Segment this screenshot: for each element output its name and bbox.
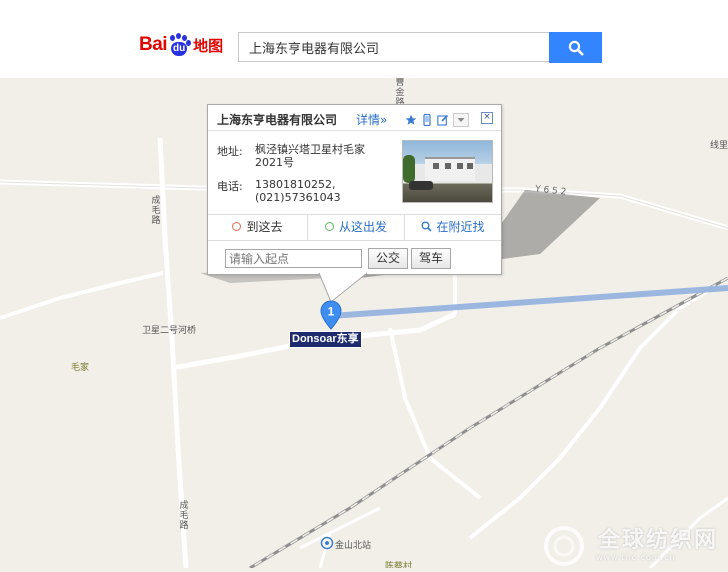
divider — [208, 130, 501, 131]
address-label: 地址: — [217, 145, 243, 158]
dropdown-icon[interactable] — [453, 113, 469, 127]
info-window: 上海东亨电器有限公司 详情» × 地址: 枫泾镇兴塔卫星村毛家2021号 电话: 1… — [207, 104, 502, 275]
map-label-cheng-mao-road: 成毛路 — [179, 501, 189, 531]
edit-icon[interactable] — [437, 114, 449, 126]
search-button[interactable] — [549, 32, 602, 63]
tab-search-nearby[interactable]: 在附近找 — [405, 215, 501, 240]
phone-value: 13801810252,(021)57361043 — [255, 178, 341, 204]
phone-label: 电话: — [217, 180, 243, 193]
address-value: 枫泾镇兴塔卫星村毛家2021号 — [255, 143, 365, 169]
map-label-village: 陈蔡村 — [385, 562, 413, 568]
map-label-station: 金山北站 — [335, 541, 372, 551]
drive-button[interactable]: 驾车 — [411, 248, 451, 269]
map-label-road: 线里 — [710, 141, 728, 151]
logo-text-bai: Bai — [139, 34, 168, 55]
tab-start-here[interactable]: 从这出发 — [308, 215, 404, 240]
paw-icon: du — [168, 33, 192, 57]
baidu-map-logo[interactable]: Bai du 地图 — [139, 30, 223, 60]
search-icon — [568, 40, 583, 55]
search-input[interactable] — [249, 33, 539, 61]
start-point-input[interactable] — [225, 249, 362, 268]
map-label-village: 毛家 — [71, 363, 90, 373]
tab-go-here-label: 到这去 — [246, 220, 283, 234]
star-icon[interactable] — [405, 114, 417, 126]
route-tabs: 到这去 从这出发 在附近找 — [208, 214, 501, 241]
bus-button[interactable]: 公交 — [368, 248, 408, 269]
map-label-bridge: 卫星二号河桥 — [142, 326, 197, 336]
header-bar: Bai du 地图 — [0, 0, 728, 78]
phone-row: 电话: 13801810252,(021)57361043 — [217, 178, 383, 204]
destination-dot-icon — [232, 222, 242, 231]
info-window-title: 上海东亨电器有限公司 — [217, 113, 338, 127]
magnifier-icon — [421, 216, 433, 241]
tab-search-nearby-label: 在附近找 — [436, 220, 485, 234]
location-marker[interactable]: 1 — [320, 300, 342, 330]
logo-text-ditu: 地图 — [193, 37, 224, 55]
watermark-url: www.tnc.com.cn — [596, 553, 676, 562]
watermark-text: 全球纺织网 — [598, 528, 719, 553]
brand-label[interactable]: Donsoar东享 — [289, 331, 362, 348]
detail-link[interactable]: 详情» — [356, 111, 387, 128]
place-photo[interactable] — [402, 140, 493, 203]
marker-number: 1 — [328, 305, 335, 319]
origin-dot-icon — [324, 222, 334, 231]
search-box — [238, 32, 549, 62]
tab-start-here-label: 从这出发 — [338, 220, 387, 234]
close-button[interactable]: × — [481, 112, 493, 124]
map-label-cheng-mao-road: 成毛路 — [151, 196, 161, 226]
phone-icon[interactable] — [421, 114, 433, 126]
info-window-tools — [405, 113, 469, 127]
address-row: 地址: 枫泾镇兴塔卫星村毛家2021号 — [217, 143, 383, 169]
tab-go-here[interactable]: 到这去 — [208, 215, 307, 240]
